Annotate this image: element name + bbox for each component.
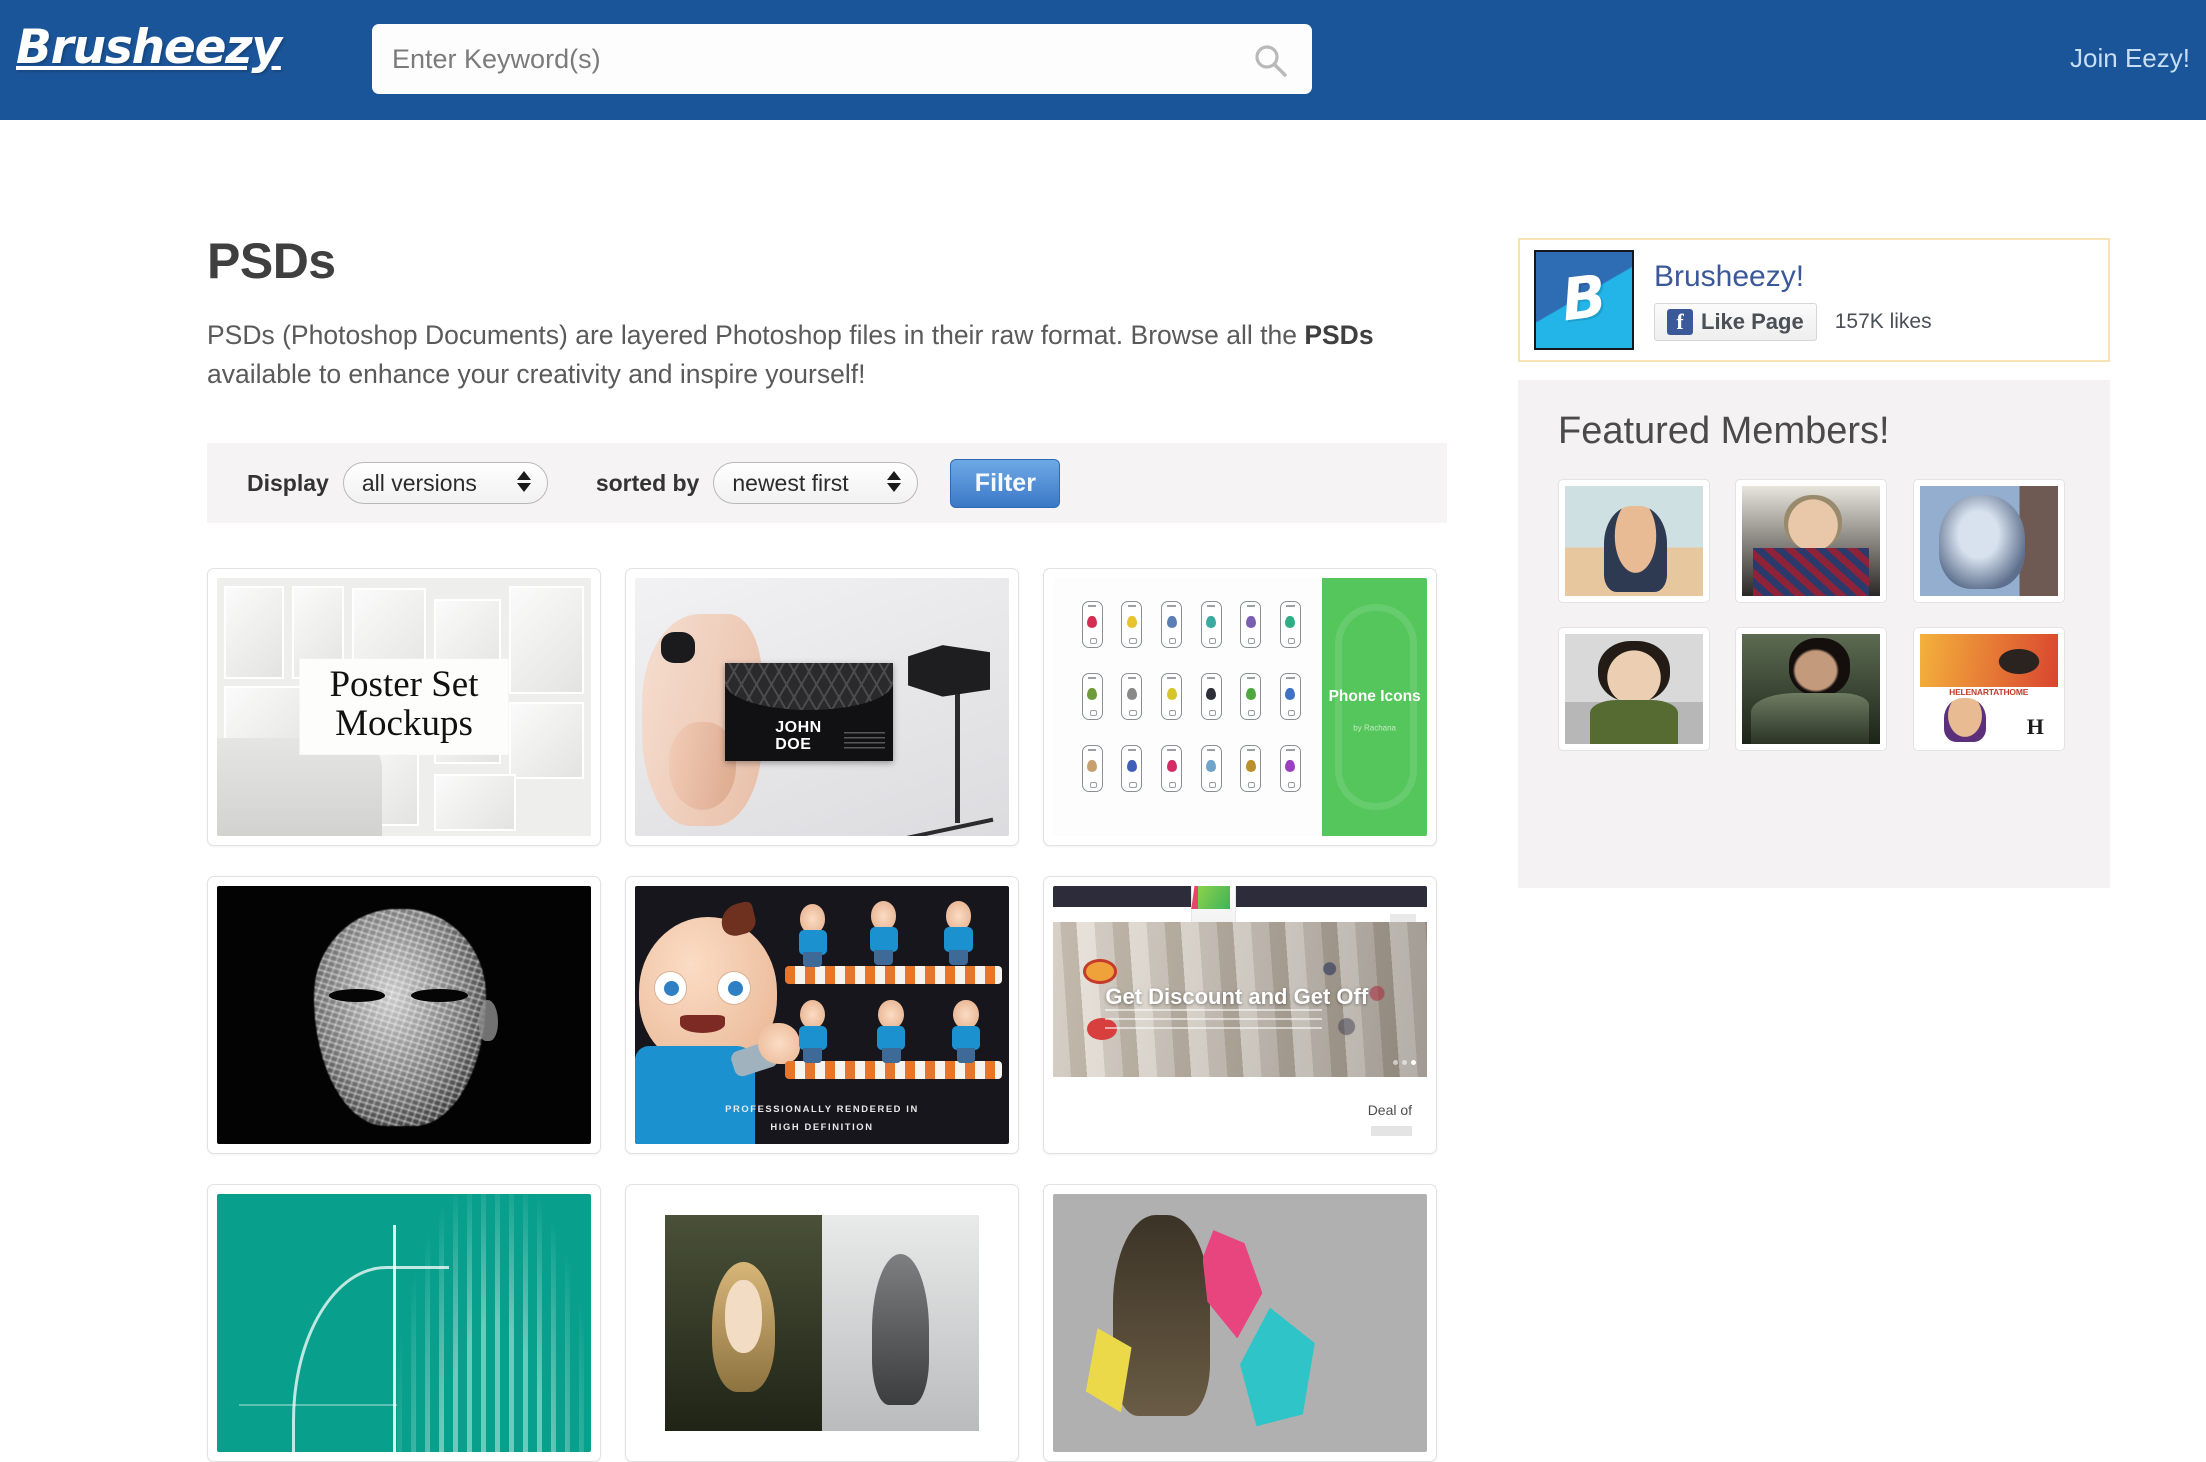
page-title: PSDs [207, 233, 336, 289]
page-description-part1: PSDs (Photoshop Documents) are layered P… [207, 320, 1305, 350]
avatar: HELENARTATHOME H [1919, 634, 2058, 744]
filter-button[interactable]: Filter [950, 458, 1061, 508]
page-description-part2: available to enhance your creativity and… [207, 358, 866, 389]
avatar-badge: H [2026, 713, 2044, 739]
display-version-value: all versions [361, 469, 477, 496]
thumbnail-caption: PROFESSIONALLY RENDERED IN HIGH DEFINITI… [687, 1101, 956, 1136]
avatar [1565, 634, 1703, 744]
display-version-select[interactable]: all versions [342, 462, 548, 504]
facebook-likes-count: 157K likes [1834, 309, 1932, 333]
page-description-bold: PSDs [1304, 320, 1374, 350]
chevron-updown-icon [887, 471, 902, 492]
featured-member-5[interactable] [1735, 627, 1888, 751]
thumbnail-image [635, 1194, 1009, 1452]
search-box[interactable] [372, 24, 1312, 94]
poster-label-line1: Poster Set [329, 663, 479, 705]
thumbnail-image [217, 1194, 591, 1452]
card-name-line1: JOHN [775, 718, 822, 736]
featured-member-6[interactable]: HELENARTATHOME H [1912, 627, 2065, 751]
facebook-page-avatar[interactable]: B [1534, 250, 1634, 350]
avatar [1742, 634, 1881, 744]
display-label: Display [247, 469, 329, 496]
phone-icon-grid [1075, 601, 1307, 813]
filter-bar: Display all versions sorted by newest fi… [207, 443, 1447, 523]
psd-card-poster-set-mockups[interactable]: Poster Set Mockups [207, 568, 601, 846]
facebook-like-label: Like Page [1701, 308, 1804, 334]
sort-order-value: newest first [732, 469, 849, 496]
card-name-line2: DOE [775, 735, 812, 753]
mockup-logo-icon [1191, 886, 1237, 925]
phone-icons-subtitle: by Rachana [1353, 723, 1396, 733]
psd-card-teal-waveform-background[interactable] [207, 1184, 601, 1462]
facebook-icon: f [1667, 308, 1693, 335]
thumbnail-image: PROFESSIONALLY RENDERED IN HIGH DEFINITI… [635, 886, 1009, 1144]
main-content: PSDs PSDs (Photoshop Documents) are laye… [207, 232, 1480, 394]
psd-card-typographic-face-portrait[interactable] [207, 876, 601, 1154]
featured-members-grid: HELENARTATHOME H [1558, 479, 2070, 751]
search-input[interactable] [372, 24, 1242, 94]
baby-caption-small: IN [906, 1103, 919, 1115]
avatar [1919, 486, 2058, 596]
mockup-hero-heading: Get Discount and Get Off [1105, 984, 1369, 1010]
featured-members-panel: Featured Members! HELENARTATHOME H [1518, 380, 2110, 888]
join-eezy-link[interactable]: Join Eezy! [2070, 43, 2190, 74]
avatar [1742, 486, 1881, 596]
chevron-updown-icon [516, 471, 531, 492]
phone-icons-title: Phone Icons [1328, 687, 1421, 705]
featured-members-heading: Featured Members! [1558, 410, 1890, 452]
facebook-like-page-button[interactable]: f Like Page [1654, 302, 1817, 341]
search-icon[interactable] [1252, 42, 1288, 78]
baby-caption-line2: HIGH DEFINITION [770, 1120, 874, 1132]
thumbnail-caption: Poster Set Mockups [299, 658, 509, 756]
featured-member-2[interactable] [1735, 479, 1888, 603]
brusheezy-b-logo: B [1557, 261, 1611, 335]
featured-member-4[interactable] [1558, 627, 1710, 751]
thumbnail-image: Get Discount and Get Off Deal of [1053, 886, 1427, 1144]
business-card-name: JOHN DOE [775, 718, 822, 754]
thumbnail-image: Phone Icons by Rachana [1053, 578, 1427, 836]
sort-order-select[interactable]: newest first [713, 462, 919, 504]
avatar-watermark: HELENARTATHOME [1949, 686, 2029, 697]
facebook-page-name-link[interactable]: Brusheezy! [1654, 260, 1932, 294]
psd-card-john-doe-business-card[interactable]: JOHN DOE [625, 568, 1019, 846]
site-header: Brusheezy Join Eezy! [0, 0, 2206, 120]
psd-card-gray-paint-splash[interactable] [1043, 1184, 1437, 1462]
mockup-deal-text: Deal of [1367, 1102, 1413, 1119]
thumbnail-image: Poster Set Mockups [217, 578, 591, 836]
featured-member-1[interactable] [1558, 479, 1710, 603]
psd-card-3d-baby-character[interactable]: PROFESSIONALLY RENDERED IN HIGH DEFINITI… [625, 876, 1019, 1154]
baby-caption-main: PROFESSIONALLY RENDERED [725, 1103, 907, 1115]
phone-icons-banner: Phone Icons by Rachana [1322, 578, 1427, 836]
avatar [1565, 486, 1703, 596]
thumbnail-image [217, 886, 591, 1144]
carousel-dots[interactable] [1392, 1059, 1416, 1065]
sorted-by-label: sorted by [595, 469, 700, 496]
thumbnail-image [1053, 1194, 1427, 1452]
psd-card-discount-website-mockup[interactable]: Get Discount and Get Off Deal of [1043, 876, 1437, 1154]
page-description: PSDs (Photoshop Documents) are layered P… [207, 316, 1452, 394]
poster-label-line2: Mockups [335, 703, 473, 744]
featured-member-3[interactable] [1912, 479, 2065, 603]
thumbnail-image: JOHN DOE [635, 578, 1009, 836]
facebook-page-widget: B Brusheezy! f Like Page 157K likes [1518, 238, 2110, 362]
brusheezy-logo[interactable]: Brusheezy [16, 20, 282, 75]
psd-card-phone-icons[interactable]: Phone Icons by Rachana [1043, 568, 1437, 846]
psd-card-double-portrait-photos[interactable] [625, 1184, 1019, 1462]
psd-thumbnail-grid: Poster Set Mockups JOHN DOE Phone Icons … [207, 568, 1482, 1462]
